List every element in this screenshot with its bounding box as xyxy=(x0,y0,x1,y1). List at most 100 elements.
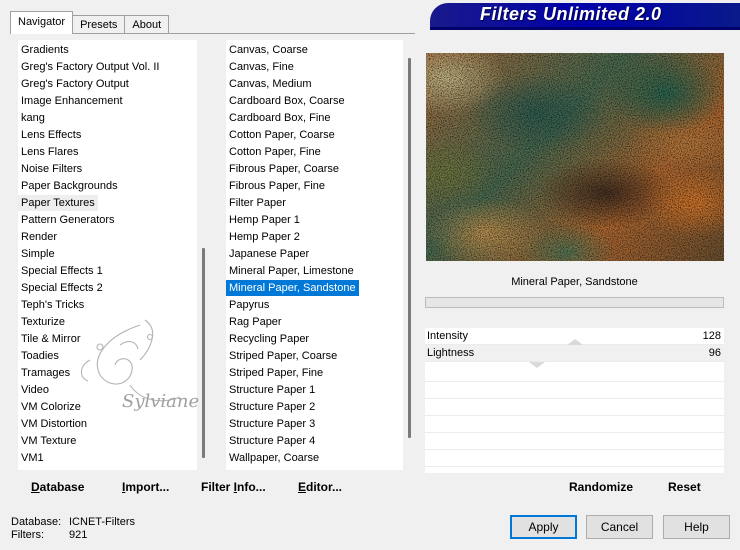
category-list-item[interactable]: Image Enhancement xyxy=(18,93,126,109)
filter-list-item[interactable]: Hemp Paper 2 xyxy=(226,229,303,245)
category-scrollbar[interactable] xyxy=(200,40,206,470)
category-list-item[interactable]: VM Texture xyxy=(18,433,79,449)
filter-list-item[interactable]: Canvas, Coarse xyxy=(226,42,311,58)
editor-accelerator: E xyxy=(298,480,307,494)
editor-button[interactable]: Editor... xyxy=(298,480,342,494)
category-list-item[interactable]: Pattern Generators xyxy=(18,212,118,228)
filter-list-item[interactable]: Striped Paper, Fine xyxy=(226,365,326,381)
randomize-button[interactable]: Randomize xyxy=(569,480,633,494)
category-list-item[interactable]: Lens Effects xyxy=(18,127,84,143)
category-list-item[interactable]: Special Effects 1 xyxy=(18,263,106,279)
filter-list-item[interactable]: Mineral Paper, Sandstone xyxy=(226,280,359,296)
filter-info-label: nfo... xyxy=(237,480,266,494)
filter-list-item[interactable]: Striped Paper, Coarse xyxy=(226,348,340,364)
filter-list-item[interactable]: Hemp Paper 1 xyxy=(226,212,303,228)
reset-button[interactable]: Reset xyxy=(668,480,701,494)
filter-list-item[interactable]: Canvas, Fine xyxy=(226,59,297,75)
apply-button[interactable]: Apply xyxy=(510,515,577,539)
filter-list-item[interactable]: Recycling Paper xyxy=(226,331,312,347)
category-list-item[interactable]: Noise Filters xyxy=(18,161,85,177)
filter-list[interactable]: Canvas, Coarse Canvas, Fine Canvas, Medium… xyxy=(226,40,403,470)
filters-status-value: 921 xyxy=(69,529,88,541)
help-button[interactable]: Help xyxy=(663,515,730,539)
filter-scroll-thumb[interactable] xyxy=(408,58,411,438)
param-row-lightness[interactable]: Lightness 96 xyxy=(425,345,724,362)
category-list[interactable]: Gradients Greg's Factory Output Vol. II Gr… xyxy=(18,40,197,470)
category-list-item[interactable]: Paper Backgrounds xyxy=(18,178,121,194)
filter-list-item[interactable]: Fibrous Paper, Coarse xyxy=(226,161,342,177)
preview-texture xyxy=(426,53,724,261)
param-value-lightness: 96 xyxy=(708,347,721,359)
param-row-empty xyxy=(425,433,724,450)
filter-info-button[interactable]: Filter Info... xyxy=(201,480,266,494)
param-row-empty xyxy=(425,362,724,382)
category-list-item[interactable]: Tramages xyxy=(18,365,73,381)
filter-list-item[interactable]: Cotton Paper, Coarse xyxy=(226,127,338,143)
category-list-item[interactable]: Paper Textures xyxy=(18,195,98,211)
filter-list-item[interactable]: Cardboard Box, Fine xyxy=(226,110,334,126)
banner-title: Filters Unlimited 2.0 xyxy=(480,4,662,24)
param-label-lightness: Lightness xyxy=(427,347,475,359)
tab-navigator[interactable]: Navigator xyxy=(10,11,74,34)
filter-list-item[interactable]: Rag Paper xyxy=(226,314,285,330)
category-list-item[interactable]: Simple xyxy=(18,246,58,262)
filter-preview-image xyxy=(426,53,724,261)
category-list-item[interactable]: Gradients xyxy=(18,42,72,58)
filter-list-item[interactable]: Cardboard Box, Coarse xyxy=(226,93,348,109)
database-status-value: ICNET-Filters xyxy=(69,516,135,528)
filter-list-item[interactable]: Wallpaper, Coarse xyxy=(226,450,322,466)
category-list-item[interactable]: kang xyxy=(18,110,48,126)
category-list-item[interactable]: Teph's Tricks xyxy=(18,297,87,313)
category-scroll-thumb[interactable] xyxy=(202,248,205,458)
category-list-item[interactable]: VM1 xyxy=(18,450,47,466)
progress-bar xyxy=(425,297,724,308)
filter-list-item[interactable]: Structure Paper 4 xyxy=(226,433,318,449)
selected-filter-name: Mineral Paper, Sandstone xyxy=(511,276,638,288)
filter-list-item[interactable]: Structure Paper 3 xyxy=(226,416,318,432)
database-status-label: Database: xyxy=(11,516,62,528)
import-button[interactable]: Import... xyxy=(122,480,169,494)
cancel-button[interactable]: Cancel xyxy=(586,515,653,539)
category-list-item[interactable]: Video xyxy=(18,382,52,398)
param-row-empty xyxy=(425,399,724,416)
database-accelerator: D xyxy=(31,480,40,494)
filter-list-item[interactable]: Japanese Paper xyxy=(226,246,312,262)
tab-about[interactable]: About xyxy=(124,15,170,34)
filter-scrollbar[interactable] xyxy=(406,40,412,470)
parameter-panel: Intensity 128 Lightness 96 xyxy=(425,328,724,473)
filter-list-item[interactable]: Canvas, Medium xyxy=(226,76,315,92)
filter-list-item[interactable]: Structure Paper 1 xyxy=(226,382,318,398)
filter-list-item[interactable]: Structure Paper 2 xyxy=(226,399,318,415)
filter-list-item[interactable]: Mineral Paper, Limestone xyxy=(226,263,357,279)
tab-presets[interactable]: Presets xyxy=(72,15,126,34)
intensity-slider-indicator[interactable] xyxy=(567,339,583,345)
list-toolbar: Database Import... Filter Info... Editor… xyxy=(10,474,415,498)
import-label: mport... xyxy=(125,480,170,494)
tab-bar: Navigator Presets About xyxy=(10,11,170,34)
filter-list-item[interactable]: Fibrous Paper, Fine xyxy=(226,178,328,194)
database-label: atabase xyxy=(39,480,85,494)
param-label-intensity: Intensity xyxy=(427,330,468,342)
filters-status-label: Filters: xyxy=(11,529,44,541)
category-list-item[interactable]: Greg's Factory Output Vol. II xyxy=(18,59,162,75)
filter-list-item[interactable]: Filter Paper xyxy=(226,195,289,211)
param-row-empty xyxy=(425,416,724,433)
filter-info-prefix: Filter xyxy=(201,480,234,494)
param-row-empty xyxy=(425,450,724,467)
database-button[interactable]: Database xyxy=(31,480,84,494)
category-list-item[interactable]: Tile & Mirror xyxy=(18,331,83,347)
editor-label: ditor... xyxy=(306,480,343,494)
filter-list-item[interactable]: Papyrus xyxy=(226,297,272,313)
category-list-item[interactable]: Render xyxy=(18,229,60,245)
category-list-item[interactable]: Special Effects 2 xyxy=(18,280,106,296)
param-value-intensity: 128 xyxy=(702,330,721,342)
param-row-empty xyxy=(425,382,724,399)
category-list-item[interactable]: Texturize xyxy=(18,314,68,330)
category-list-item[interactable]: Greg's Factory Output xyxy=(18,76,132,92)
filter-list-item[interactable]: Cotton Paper, Fine xyxy=(226,144,324,160)
category-list-item[interactable]: VM Colorize xyxy=(18,399,84,415)
category-list-item[interactable]: VM Distortion xyxy=(18,416,90,432)
title-banner: Filters Unlimited 2.0 xyxy=(430,3,740,27)
category-list-item[interactable]: Toadies xyxy=(18,348,62,364)
category-list-item[interactable]: Lens Flares xyxy=(18,144,81,160)
